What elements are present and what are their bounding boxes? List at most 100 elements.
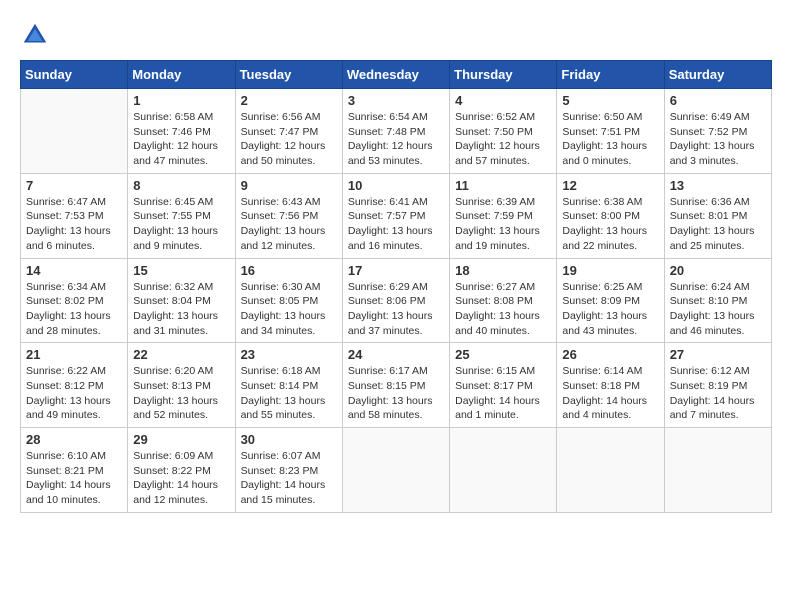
day-info: Sunrise: 6:38 AMSunset: 8:00 PMDaylight:… — [562, 195, 658, 254]
day-number: 13 — [670, 178, 766, 193]
day-number: 3 — [348, 93, 444, 108]
day-info: Sunrise: 6:47 AMSunset: 7:53 PMDaylight:… — [26, 195, 122, 254]
day-info: Sunrise: 6:34 AMSunset: 8:02 PMDaylight:… — [26, 280, 122, 339]
day-info: Sunrise: 6:09 AMSunset: 8:22 PMDaylight:… — [133, 449, 229, 508]
day-number: 29 — [133, 432, 229, 447]
calendar-cell: 11Sunrise: 6:39 AMSunset: 7:59 PMDayligh… — [450, 173, 557, 258]
calendar-week-1: 1 Sunrise: 6:58 AMSunset: 7:46 PMDaylight… — [21, 89, 772, 174]
day-number: 8 — [133, 178, 229, 193]
calendar-cell: 15 Sunrise: 6:32 AMSunset: 8:04 PMDayligh… — [128, 258, 235, 343]
day-number: 25 — [455, 347, 551, 362]
calendar-header-row: SundayMondayTuesdayWednesdayThursdayFrid… — [21, 61, 772, 89]
day-info: Sunrise: 6:17 AMSunset: 8:15 PMDaylight:… — [348, 364, 444, 423]
day-info: Sunrise: 6:22 AMSunset: 8:12 PMDaylight:… — [26, 364, 122, 423]
calendar-cell: 30 Sunrise: 6:07 AMSunset: 8:23 PMDayligh… — [235, 428, 342, 513]
day-number: 17 — [348, 263, 444, 278]
calendar-cell: 24 Sunrise: 6:17 AMSunset: 8:15 PMDayligh… — [342, 343, 449, 428]
day-number: 21 — [26, 347, 122, 362]
day-number: 20 — [670, 263, 766, 278]
day-info: Sunrise: 6:12 AMSunset: 8:19 PMDaylight:… — [670, 364, 766, 423]
day-number: 24 — [348, 347, 444, 362]
day-info: Sunrise: 6:18 AMSunset: 8:14 PMDaylight:… — [241, 364, 337, 423]
day-info: Sunrise: 6:43 AMSunset: 7:56 PMDaylight:… — [241, 195, 337, 254]
calendar-cell: 7 Sunrise: 6:47 AMSunset: 7:53 PMDaylight… — [21, 173, 128, 258]
day-number: 10 — [348, 178, 444, 193]
calendar-cell: 6 Sunrise: 6:49 AMSunset: 7:52 PMDaylight… — [664, 89, 771, 174]
calendar-cell: 13 Sunrise: 6:36 AMSunset: 8:01 PMDayligh… — [664, 173, 771, 258]
day-info: Sunrise: 6:07 AMSunset: 8:23 PMDaylight:… — [241, 449, 337, 508]
calendar-cell: 14 Sunrise: 6:34 AMSunset: 8:02 PMDayligh… — [21, 258, 128, 343]
calendar-cell: 20 Sunrise: 6:24 AMSunset: 8:10 PMDayligh… — [664, 258, 771, 343]
day-info: Sunrise: 6:15 AMSunset: 8:17 PMDaylight:… — [455, 364, 551, 423]
day-info: Sunrise: 6:25 AMSunset: 8:09 PMDaylight:… — [562, 280, 658, 339]
calendar-cell: 17 Sunrise: 6:29 AMSunset: 8:06 PMDayligh… — [342, 258, 449, 343]
day-number: 27 — [670, 347, 766, 362]
day-number: 18 — [455, 263, 551, 278]
day-info: Sunrise: 6:49 AMSunset: 7:52 PMDaylight:… — [670, 110, 766, 169]
day-number: 4 — [455, 93, 551, 108]
day-number: 28 — [26, 432, 122, 447]
day-number: 5 — [562, 93, 658, 108]
calendar-cell: 22 Sunrise: 6:20 AMSunset: 8:13 PMDayligh… — [128, 343, 235, 428]
calendar-cell: 5 Sunrise: 6:50 AMSunset: 7:51 PMDaylight… — [557, 89, 664, 174]
calendar-cell: 21 Sunrise: 6:22 AMSunset: 8:12 PMDayligh… — [21, 343, 128, 428]
calendar-cell: 8Sunrise: 6:45 AMSunset: 7:55 PMDaylight… — [128, 173, 235, 258]
day-number: 16 — [241, 263, 337, 278]
day-info: Sunrise: 6:30 AMSunset: 8:05 PMDaylight:… — [241, 280, 337, 339]
day-number: 12 — [562, 178, 658, 193]
logo — [20, 20, 54, 50]
day-info: Sunrise: 6:41 AMSunset: 7:57 PMDaylight:… — [348, 195, 444, 254]
day-number: 6 — [670, 93, 766, 108]
day-number: 22 — [133, 347, 229, 362]
day-number: 9 — [241, 178, 337, 193]
day-info: Sunrise: 6:36 AMSunset: 8:01 PMDaylight:… — [670, 195, 766, 254]
day-info: Sunrise: 6:10 AMSunset: 8:21 PMDaylight:… — [26, 449, 122, 508]
calendar-cell: 18 Sunrise: 6:27 AMSunset: 8:08 PMDayligh… — [450, 258, 557, 343]
day-info: Sunrise: 6:52 AMSunset: 7:50 PMDaylight:… — [455, 110, 551, 169]
day-header-sunday: Sunday — [21, 61, 128, 89]
calendar-cell: 19Sunrise: 6:25 AMSunset: 8:09 PMDayligh… — [557, 258, 664, 343]
calendar-cell: 2 Sunrise: 6:56 AMSunset: 7:47 PMDaylight… — [235, 89, 342, 174]
day-number: 15 — [133, 263, 229, 278]
calendar-cell: 27 Sunrise: 6:12 AMSunset: 8:19 PMDayligh… — [664, 343, 771, 428]
calendar-cell: 12 Sunrise: 6:38 AMSunset: 8:00 PMDayligh… — [557, 173, 664, 258]
calendar-cell: 25 Sunrise: 6:15 AMSunset: 8:17 PMDayligh… — [450, 343, 557, 428]
day-number: 30 — [241, 432, 337, 447]
day-info: Sunrise: 6:58 AMSunset: 7:46 PMDaylight:… — [133, 110, 229, 169]
calendar-table: SundayMondayTuesdayWednesdayThursdayFrid… — [20, 60, 772, 513]
day-number: 1 — [133, 93, 229, 108]
calendar-week-4: 21 Sunrise: 6:22 AMSunset: 8:12 PMDayligh… — [21, 343, 772, 428]
day-info: Sunrise: 6:29 AMSunset: 8:06 PMDaylight:… — [348, 280, 444, 339]
day-header-monday: Monday — [128, 61, 235, 89]
calendar-cell: 3 Sunrise: 6:54 AMSunset: 7:48 PMDaylight… — [342, 89, 449, 174]
calendar-week-5: 28 Sunrise: 6:10 AMSunset: 8:21 PMDayligh… — [21, 428, 772, 513]
day-info: Sunrise: 6:27 AMSunset: 8:08 PMDaylight:… — [455, 280, 551, 339]
day-header-tuesday: Tuesday — [235, 61, 342, 89]
day-info: Sunrise: 6:20 AMSunset: 8:13 PMDaylight:… — [133, 364, 229, 423]
page-header — [20, 20, 772, 50]
day-number: 23 — [241, 347, 337, 362]
day-info: Sunrise: 6:50 AMSunset: 7:51 PMDaylight:… — [562, 110, 658, 169]
day-info: Sunrise: 6:54 AMSunset: 7:48 PMDaylight:… — [348, 110, 444, 169]
day-info: Sunrise: 6:24 AMSunset: 8:10 PMDaylight:… — [670, 280, 766, 339]
day-info: Sunrise: 6:14 AMSunset: 8:18 PMDaylight:… — [562, 364, 658, 423]
day-number: 14 — [26, 263, 122, 278]
calendar-cell — [21, 89, 128, 174]
day-number: 11 — [455, 178, 551, 193]
day-number: 26 — [562, 347, 658, 362]
calendar-cell: 4 Sunrise: 6:52 AMSunset: 7:50 PMDaylight… — [450, 89, 557, 174]
calendar-cell: 23 Sunrise: 6:18 AMSunset: 8:14 PMDayligh… — [235, 343, 342, 428]
calendar-cell: 16 Sunrise: 6:30 AMSunset: 8:05 PMDayligh… — [235, 258, 342, 343]
calendar-week-3: 14 Sunrise: 6:34 AMSunset: 8:02 PMDayligh… — [21, 258, 772, 343]
day-header-wednesday: Wednesday — [342, 61, 449, 89]
calendar-cell: 1 Sunrise: 6:58 AMSunset: 7:46 PMDaylight… — [128, 89, 235, 174]
calendar-cell — [664, 428, 771, 513]
day-number: 7 — [26, 178, 122, 193]
calendar-cell — [557, 428, 664, 513]
day-header-thursday: Thursday — [450, 61, 557, 89]
day-number: 2 — [241, 93, 337, 108]
day-info: Sunrise: 6:32 AMSunset: 8:04 PMDaylight:… — [133, 280, 229, 339]
calendar-cell: 9 Sunrise: 6:43 AMSunset: 7:56 PMDaylight… — [235, 173, 342, 258]
day-info: Sunrise: 6:56 AMSunset: 7:47 PMDaylight:… — [241, 110, 337, 169]
day-header-friday: Friday — [557, 61, 664, 89]
